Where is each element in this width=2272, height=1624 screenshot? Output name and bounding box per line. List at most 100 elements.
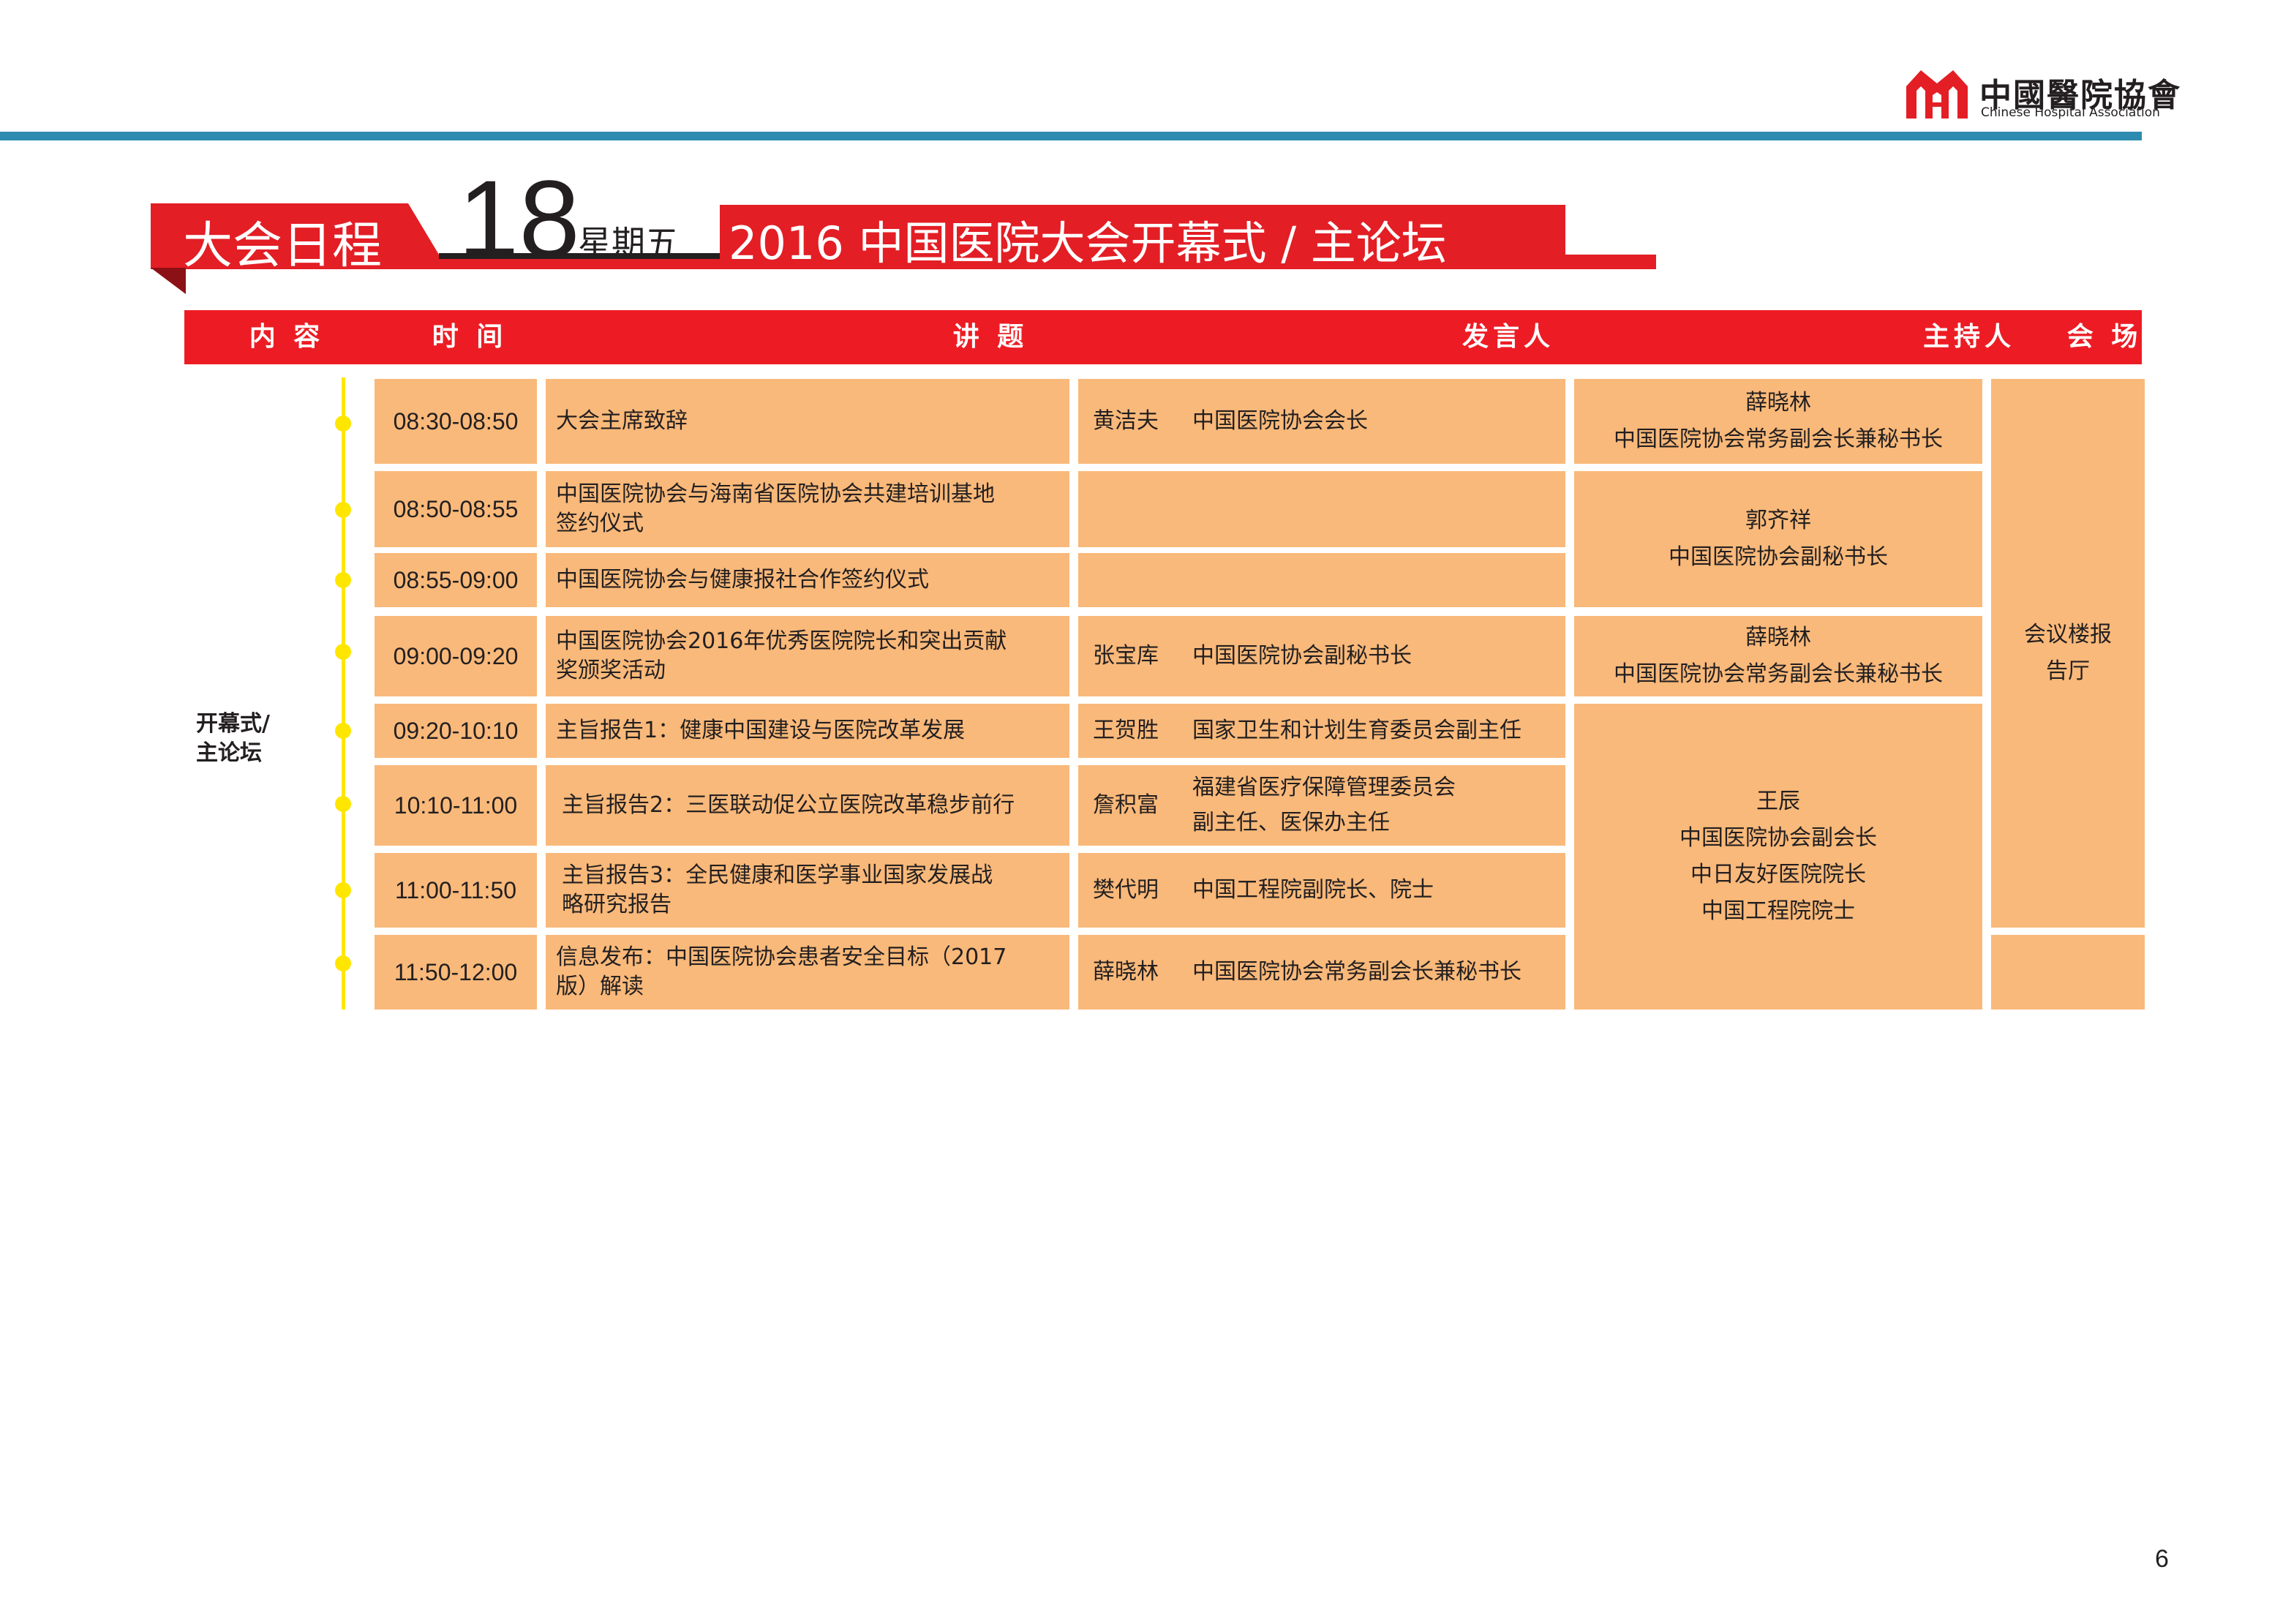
speaker-title: 中国医院协会常务副会长兼秘书长 xyxy=(1192,959,1521,985)
timeline-line xyxy=(342,377,345,1010)
time-text: 11:00-11:50 xyxy=(394,877,517,903)
page-title: 2016 中国医院大会开幕式 / 主论坛 xyxy=(729,217,1447,270)
time-text: 09:00-09:20 xyxy=(393,643,519,669)
time-cell: 08:55-09:00 xyxy=(375,553,537,607)
speaker-cell xyxy=(1078,471,1565,547)
day-underline xyxy=(439,253,720,259)
time-cell: 09:20-10:10 xyxy=(375,704,537,758)
hospital-association-mark-icon xyxy=(1906,70,1968,119)
host-line: 薛晓林 xyxy=(1745,390,1811,416)
speaker-cell: 薛晓林 中国医院协会常务副会长兼秘书长 xyxy=(1078,935,1565,1010)
topic-line: 主旨报告1：健康中国建设与医院改革发展 xyxy=(556,718,966,743)
timeline-dot xyxy=(335,955,351,971)
time-text: 08:55-09:00 xyxy=(393,567,519,593)
time-cell: 08:50-08:55 xyxy=(375,471,537,547)
header-content: 内 容 xyxy=(249,322,325,352)
host-line: 中日友好医院院长 xyxy=(1690,862,1866,887)
speaker-name: 黄洁夫 xyxy=(1093,408,1159,434)
time-text: 10:10-11:00 xyxy=(394,792,518,819)
topic-cell: 主旨报告3：全民健康和医学事业国家发展战 略研究报告 xyxy=(546,853,1069,928)
timeline-dot xyxy=(335,723,351,739)
host-line: 中国工程院院士 xyxy=(1701,898,1855,924)
venue-cell-empty xyxy=(1991,935,2145,1010)
host-cell: 王辰 中国医院协会副会长 中日友好医院院长 中国工程院院士 xyxy=(1574,704,1982,1010)
host-line: 中国医院协会常务副会长兼秘书长 xyxy=(1614,661,1943,687)
topic-cell: 中国医院协会与健康报社合作签约仪式 xyxy=(546,553,1069,607)
speaker-cell: 詹积富 福建省医疗保障管理委员会 副主任、医保办主任 xyxy=(1078,765,1565,846)
venue-line: 会议楼报 xyxy=(2024,622,2112,647)
timeline-dot xyxy=(335,572,351,588)
logo-english-name: Chinese Hospital Association xyxy=(1981,105,2160,120)
topic-line: 签约仪式 xyxy=(556,511,644,536)
host-line: 中国医院协会副秘书长 xyxy=(1669,544,1888,570)
host-cell: 郭齐祥 中国医院协会副秘书长 xyxy=(1574,471,1982,607)
speaker-name: 薛晓林 xyxy=(1093,959,1159,985)
time-cell: 09:00-09:20 xyxy=(375,616,537,696)
topic-line: 信息发布：中国医院协会患者安全目标（2017 xyxy=(556,944,1007,970)
timeline-dot xyxy=(335,644,351,660)
speaker-cell: 樊代明 中国工程院副院长、院士 xyxy=(1078,853,1565,928)
topic-line: 主旨报告3：全民健康和医学事业国家发展战 xyxy=(562,862,993,888)
speaker-title: 中国工程院副院长、院士 xyxy=(1192,877,1434,903)
table-header: 内 容 时 间 讲 题 发言人 主持人 会 场 xyxy=(184,310,2142,364)
section-label: 开幕式/ 主论坛 xyxy=(196,710,270,768)
venue-line: 告厅 xyxy=(2046,658,2090,684)
topic-line: 版）解读 xyxy=(556,974,644,999)
timeline-dot xyxy=(335,882,351,898)
topic-cell: 中国医院协会2016年优秀医院院长和突出贡献 奖颁奖活动 xyxy=(546,616,1069,696)
venue-cell: 会议楼报 告厅 xyxy=(1991,379,2145,928)
section-label-line: 开幕式/ xyxy=(196,711,270,737)
header-rule xyxy=(0,132,2142,140)
speaker-title-block: 福建省医疗保障管理委员会 副主任、医保办主任 xyxy=(1192,770,1456,841)
speaker-name: 王贺胜 xyxy=(1093,718,1159,743)
topic-cell: 中国医院协会与海南省医院协会共建培训基地 签约仪式 xyxy=(546,471,1069,547)
section-label-line: 主论坛 xyxy=(196,740,262,766)
host-line: 中国医院协会常务副会长兼秘书长 xyxy=(1614,426,1943,452)
topic-cell: 主旨报告1：健康中国建设与医院改革发展 xyxy=(546,704,1069,758)
speaker-name: 张宝库 xyxy=(1093,643,1159,669)
topic-cell: 主旨报告2：三医联动促公立医院改革稳步前行 xyxy=(546,765,1069,846)
host-cell: 薛晓林 中国医院协会常务副会长兼秘书长 xyxy=(1574,616,1982,696)
banner-label: 大会日程 xyxy=(183,217,383,275)
speaker-cell: 张宝库 中国医院协会副秘书长 xyxy=(1078,616,1565,696)
speaker-cell: 王贺胜 国家卫生和计划生育委员会副主任 xyxy=(1078,704,1565,758)
topic-line: 奖颁奖活动 xyxy=(556,658,666,683)
topic-line: 中国医院协会与健康报社合作签约仪式 xyxy=(556,567,929,593)
header-topic: 讲 题 xyxy=(952,322,1028,352)
time-cell: 11:00-11:50 xyxy=(375,853,537,928)
timeline-dot xyxy=(335,416,351,432)
topic-line: 中国医院协会2016年优秀医院院长和突出贡献 xyxy=(556,628,1007,654)
topic-cell: 大会主席致辞 xyxy=(546,379,1069,464)
speaker-title: 副主任、医保办主任 xyxy=(1192,810,1390,835)
host-cell: 薛晓林 中国医院协会常务副会长兼秘书长 xyxy=(1574,379,1982,464)
header-time: 时 间 xyxy=(432,322,508,352)
host-line: 郭齐祥 xyxy=(1745,508,1811,533)
topic-line: 略研究报告 xyxy=(562,892,672,917)
time-text: 09:20-10:10 xyxy=(393,718,519,744)
speaker-cell xyxy=(1078,553,1565,607)
speaker-title: 中国医院协会会长 xyxy=(1192,408,1368,434)
timeline-dot xyxy=(335,502,351,518)
topic-line: 大会主席致辞 xyxy=(556,408,688,434)
speaker-name: 詹积富 xyxy=(1093,792,1159,818)
speaker-title: 国家卫生和计划生育委员会副主任 xyxy=(1192,718,1521,743)
topic-cell: 信息发布：中国医院协会患者安全目标（2017 版）解读 xyxy=(546,935,1069,1010)
time-text: 11:50-12:00 xyxy=(394,959,518,985)
header-speaker: 发言人 xyxy=(1462,322,1554,352)
speaker-cell: 黄洁夫 中国医院协会会长 xyxy=(1078,379,1565,464)
topic-line: 中国医院协会与海南省医院协会共建培训基地 xyxy=(556,481,995,507)
time-text: 08:50-08:55 xyxy=(393,496,519,522)
timeline-dot xyxy=(335,796,351,812)
host-line: 王辰 xyxy=(1756,789,1800,814)
time-cell: 11:50-12:00 xyxy=(375,935,537,1010)
speaker-name: 樊代明 xyxy=(1093,877,1159,903)
speaker-title: 中国医院协会副秘书长 xyxy=(1192,643,1412,669)
host-line: 薛晓林 xyxy=(1745,625,1811,650)
banner-fold xyxy=(151,268,186,294)
time-cell: 10:10-11:00 xyxy=(375,765,537,846)
time-text: 08:30-08:50 xyxy=(393,408,519,435)
page-number: 6 xyxy=(2155,1545,2169,1573)
time-cell: 08:30-08:50 xyxy=(375,379,537,464)
speaker-title: 福建省医疗保障管理委员会 xyxy=(1192,775,1456,800)
topic-line: 主旨报告2：三医联动促公立医院改革稳步前行 xyxy=(562,792,1015,818)
